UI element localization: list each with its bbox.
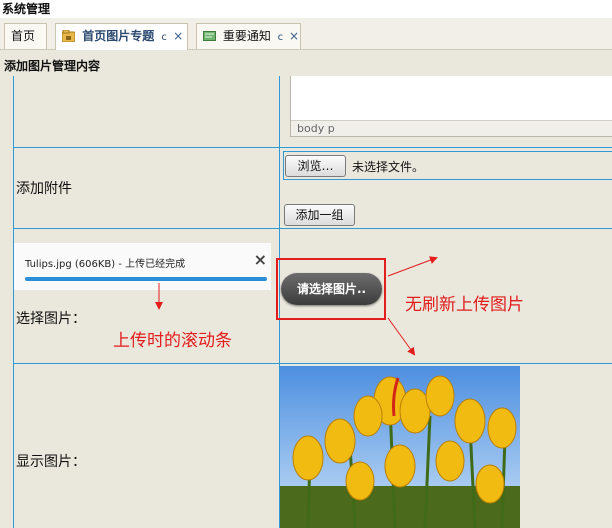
tulips-illustration xyxy=(280,366,520,528)
display-image-label: 显示图片： xyxy=(16,454,86,470)
tulips-image xyxy=(280,366,520,528)
